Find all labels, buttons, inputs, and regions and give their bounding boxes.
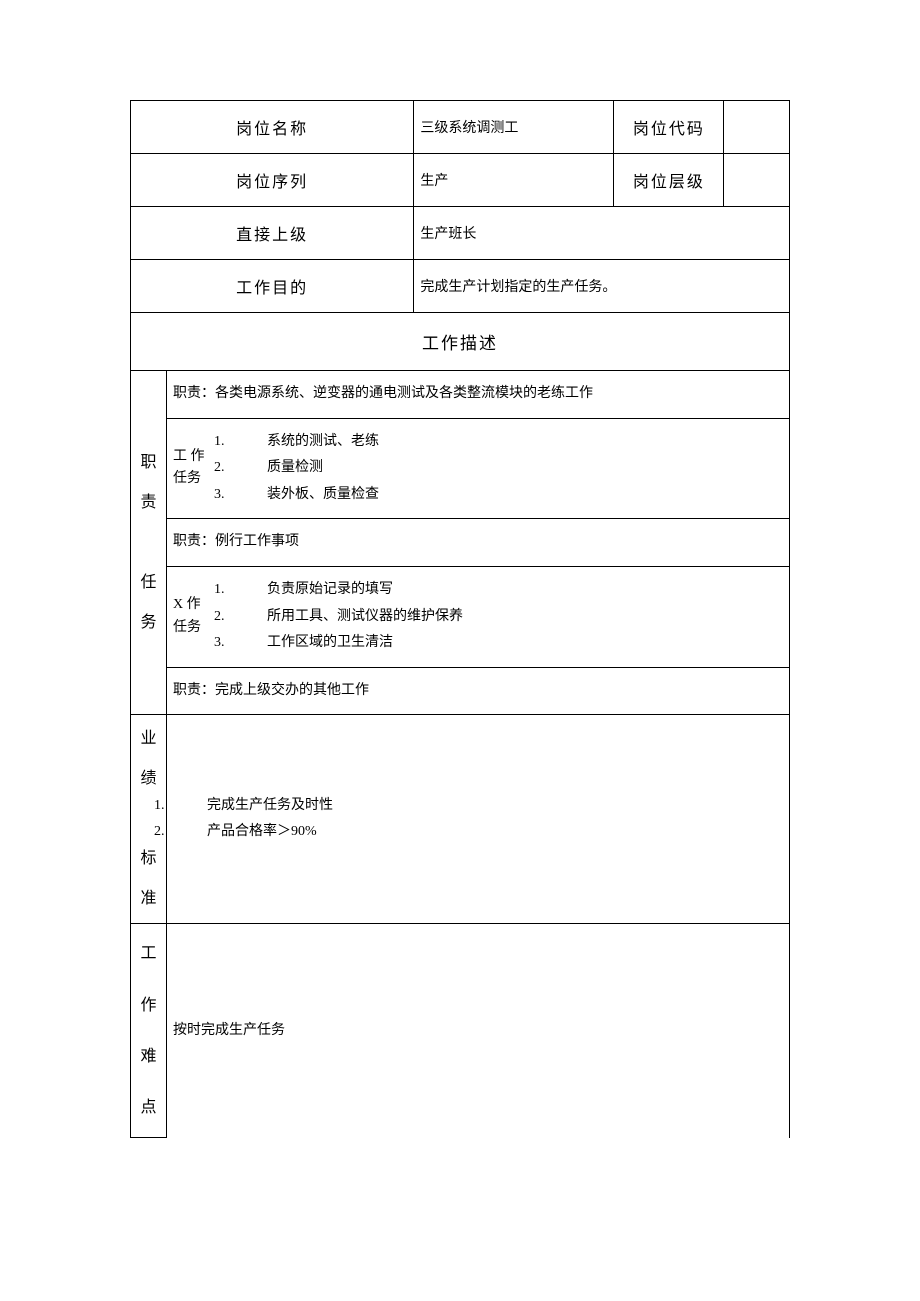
- position-series-label: 岗位序列: [131, 154, 414, 207]
- list-item: 3.工作区域的卫生清洁: [239, 630, 463, 657]
- duty2-list: 1.负责原始记录的填写 2.所用工具、测试仪器的维护保养 3.工作区域的卫生清洁: [209, 577, 463, 657]
- difficulty-side-label: 工 作 难 点: [131, 924, 167, 1138]
- position-code-label: 岗位代码: [614, 101, 724, 154]
- list-item: 1.完成生产任务及时性: [179, 793, 783, 820]
- list-item: 2.产品合格率＞90%: [179, 819, 783, 846]
- job-description-table: 岗位名称 三级系统调测工 岗位代码 岗位序列 生产 岗位层级 直接上级 生产班长…: [130, 100, 790, 1138]
- performance-list: 1.完成生产任务及时性 2.产品合格率＞90%: [173, 793, 783, 846]
- list-item: 1.系统的测试、老练: [239, 429, 379, 456]
- supervisor-value: 生产班长: [414, 207, 790, 260]
- task-label-2: X 作任务: [173, 594, 209, 639]
- duty1-tasks: 工 作任务 1.系统的测试、老练 2.质量检测 3.装外板、质量检查: [167, 418, 790, 519]
- duties-side-label-2: 任务: [133, 563, 164, 643]
- list-item: 2.质量检测: [239, 455, 379, 482]
- difficulty-value: 按时完成生产任务: [167, 924, 790, 1138]
- duty1-title: 职责：各类电源系统、逆变器的通电测试及各类整流模块的老练工作: [167, 371, 790, 419]
- duty2-title: 职责：例行工作事项: [167, 519, 790, 567]
- position-level-value: [724, 154, 790, 207]
- duty3-title: 职责：完成上级交办的其他工作: [167, 667, 790, 715]
- duties-side-label-1: 职责: [133, 443, 164, 523]
- purpose-label: 工作目的: [131, 260, 414, 313]
- task-label-1: 工 作任务: [173, 446, 209, 491]
- duty2-tasks: X 作任务 1.负责原始记录的填写 2.所用工具、测试仪器的维护保养 3.工作区…: [167, 566, 790, 667]
- list-item: 3.装外板、质量检查: [239, 482, 379, 509]
- performance-content: 1.完成生产任务及时性 2.产品合格率＞90%: [167, 715, 790, 924]
- position-name-label: 岗位名称: [131, 101, 414, 154]
- list-item: 1.负责原始记录的填写: [239, 577, 463, 604]
- performance-side-label-1: 业绩: [133, 719, 164, 799]
- duties-side-label: 职责 任务: [131, 371, 167, 715]
- position-series-value: 生产: [414, 154, 614, 207]
- position-name-value: 三级系统调测工: [414, 101, 614, 154]
- purpose-value: 完成生产计划指定的生产任务。: [414, 260, 790, 313]
- supervisor-label: 直接上级: [131, 207, 414, 260]
- position-code-value: [724, 101, 790, 154]
- description-header: 工作描述: [131, 313, 790, 371]
- list-item: 2.所用工具、测试仪器的维护保养: [239, 604, 463, 631]
- performance-side-label-2: 标准: [133, 839, 164, 919]
- position-level-label: 岗位层级: [614, 154, 724, 207]
- duty1-list: 1.系统的测试、老练 2.质量检测 3.装外板、质量检查: [209, 429, 379, 509]
